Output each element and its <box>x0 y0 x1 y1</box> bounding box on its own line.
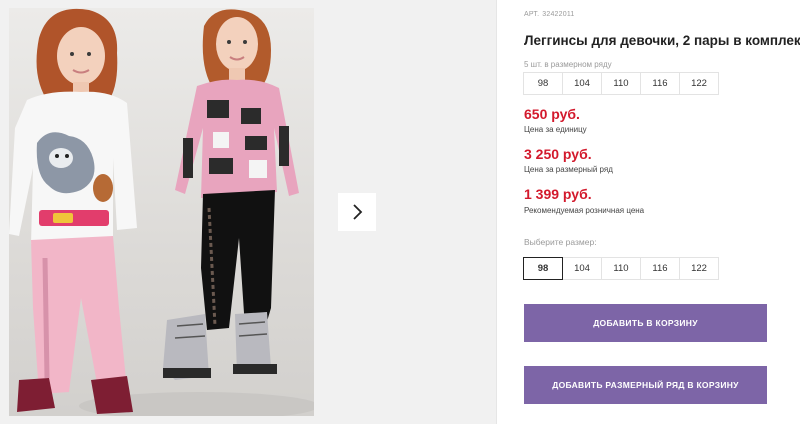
panel-divider <box>496 0 497 424</box>
retail-price: 1 399 руб. <box>524 186 592 202</box>
size-set-cell: 110 <box>601 72 641 95</box>
size-option-110[interactable]: 110 <box>601 257 641 280</box>
size-set-label: 5 шт. в размерном ряду <box>524 60 612 69</box>
article-number: АРТ. 32422011 <box>524 11 575 18</box>
size-option-122[interactable]: 122 <box>679 257 719 280</box>
set-price: 3 250 руб. <box>524 146 592 162</box>
retail-price-label: Рекомендуемая розничная цена <box>524 206 645 215</box>
size-set-cell: 104 <box>562 72 602 95</box>
size-set-cell: 98 <box>523 72 563 95</box>
size-option-104[interactable]: 104 <box>562 257 602 280</box>
add-to-cart-button[interactable]: ДОБАВИТЬ В КОРЗИНУ <box>524 304 767 342</box>
unit-price: 650 руб. <box>524 106 580 122</box>
chevron-right-icon <box>353 204 363 220</box>
article-label: АРТ. <box>524 11 540 18</box>
article-value: 32422011 <box>542 11 575 18</box>
size-set-cell: 116 <box>640 72 680 95</box>
set-price-label: Цена за размерный ряд <box>524 165 613 174</box>
choose-size-label: Выберите размер: <box>524 237 597 247</box>
product-gallery <box>0 0 496 424</box>
size-option-98[interactable]: 98 <box>523 257 563 280</box>
size-set-cell: 122 <box>679 72 719 95</box>
size-set-row: 98 104 110 116 122 <box>523 72 719 95</box>
size-option-116[interactable]: 116 <box>640 257 680 280</box>
size-selector: 98 104 110 116 122 <box>523 257 719 280</box>
next-image-button[interactable] <box>338 193 376 231</box>
add-size-set-to-cart-button[interactable]: ДОБАВИТЬ РАЗМЕРНЫЙ РЯД В КОРЗИНУ <box>524 366 767 404</box>
product-photo <box>9 8 314 416</box>
unit-price-label: Цена за единицу <box>524 125 587 134</box>
product-title: Леггинсы для девочки, 2 пары в комплекте <box>524 33 800 48</box>
